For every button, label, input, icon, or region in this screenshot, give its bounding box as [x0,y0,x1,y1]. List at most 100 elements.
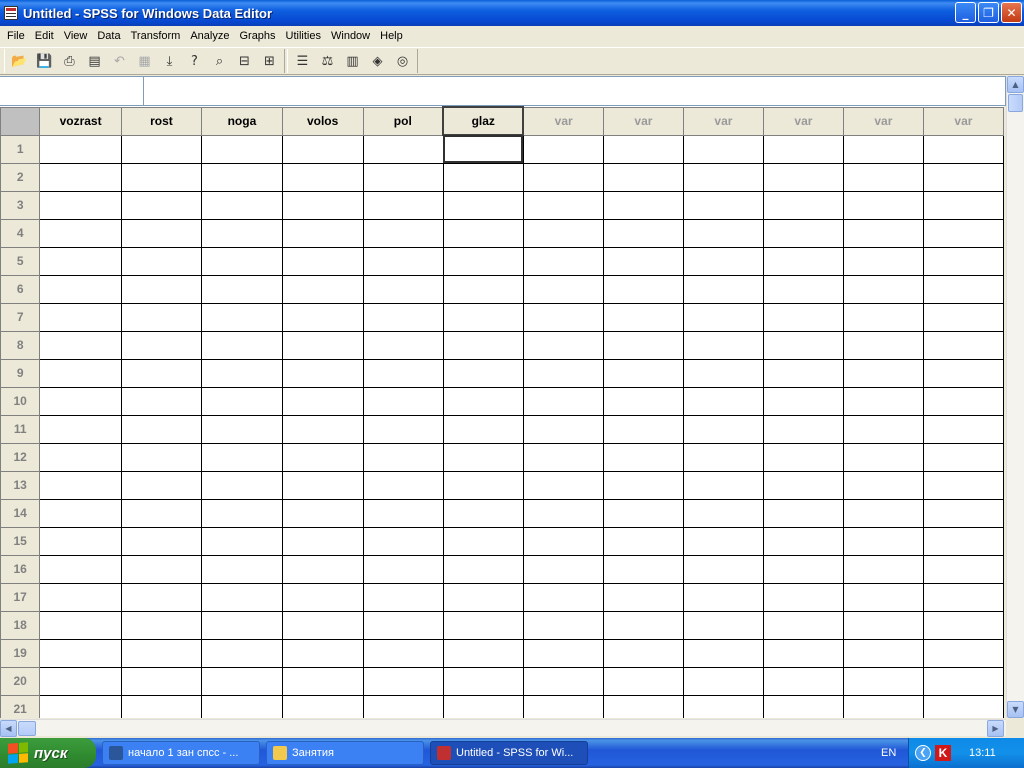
spss-app-icon[interactable] [4,6,18,20]
data-cell[interactable] [682,274,764,304]
column-header-var-12[interactable]: var [922,106,1004,136]
data-cell[interactable] [602,218,684,248]
data-cell[interactable] [522,582,604,612]
data-cell[interactable] [922,554,1004,584]
row-header[interactable]: 10 [0,386,41,416]
data-cell[interactable] [120,190,203,220]
data-cell[interactable] [682,638,764,668]
data-cell[interactable] [922,666,1004,696]
data-cell[interactable] [522,554,604,584]
data-cell[interactable] [522,414,604,444]
data-cell[interactable] [442,638,524,668]
data-cell[interactable] [522,498,604,528]
row-header[interactable]: 14 [0,498,41,528]
data-cell[interactable] [522,134,604,164]
data-cell[interactable] [602,554,684,584]
data-cell[interactable] [39,582,122,612]
close-button[interactable]: ✕ [1001,2,1022,23]
data-cell[interactable] [442,274,524,304]
data-cell[interactable] [39,554,122,584]
language-indicator[interactable]: EN [881,747,896,759]
print-icon[interactable]: ⎙ [58,50,81,72]
data-cell[interactable] [120,330,203,360]
data-cell[interactable] [522,162,604,192]
data-cell[interactable] [362,330,444,360]
data-cell[interactable] [522,274,604,304]
data-cell[interactable] [762,470,844,500]
data-cell[interactable] [602,694,684,718]
menu-edit[interactable]: Edit [30,30,59,42]
data-cell[interactable] [201,526,283,556]
data-cell[interactable] [39,442,122,472]
scroll-left-button[interactable]: ◀ [0,720,17,737]
data-cell[interactable] [682,470,764,500]
data-cell[interactable] [362,190,444,220]
kaspersky-icon[interactable]: K [935,745,951,761]
data-cell[interactable] [39,218,122,248]
data-cell[interactable] [281,610,364,640]
data-cell[interactable] [39,162,122,192]
data-cell[interactable] [362,498,444,528]
data-cell[interactable] [842,190,924,220]
data-cell[interactable] [682,554,764,584]
data-cell[interactable] [762,694,844,718]
taskbar-button-2[interactable]: Занятия [266,741,424,765]
data-cell[interactable] [682,610,764,640]
data-cell[interactable] [442,246,524,276]
data-cell[interactable] [922,330,1004,360]
data-cell[interactable] [362,358,444,388]
data-cell[interactable] [281,554,364,584]
taskbar-button-1[interactable]: начало 1 зан спсс - ... [102,741,260,765]
data-cell[interactable] [842,246,924,276]
row-header[interactable]: 3 [0,190,41,220]
row-header[interactable]: 12 [0,442,41,472]
row-header[interactable]: 5 [0,246,41,276]
data-cell[interactable] [362,246,444,276]
data-cell[interactable] [362,526,444,556]
data-cell[interactable] [842,274,924,304]
data-cell[interactable] [442,526,524,556]
data-cell[interactable] [682,302,764,332]
data-cell[interactable] [362,666,444,696]
vertical-scroll-thumb[interactable] [1008,94,1023,112]
data-cell[interactable] [762,246,844,276]
data-cell[interactable] [842,638,924,668]
column-header-pol[interactable]: pol [362,106,444,136]
data-cell[interactable] [442,442,524,472]
data-cell[interactable] [120,358,203,388]
data-cell[interactable] [201,134,283,164]
data-cell[interactable] [922,498,1004,528]
data-cell[interactable] [281,582,364,612]
data-cell[interactable] [39,330,122,360]
data-cell[interactable] [442,666,524,696]
data-cell[interactable] [762,666,844,696]
data-cell[interactable] [842,498,924,528]
data-cell[interactable] [602,246,684,276]
data-cell[interactable] [682,246,764,276]
data-cell[interactable] [120,386,203,416]
row-header[interactable]: 15 [0,526,41,556]
menu-file[interactable]: File [2,30,30,42]
clock[interactable]: 13:11 [969,747,996,759]
data-cell[interactable] [201,442,283,472]
data-cell[interactable] [442,694,524,718]
data-cell[interactable] [120,302,203,332]
data-cell[interactable] [442,414,524,444]
split-file-icon[interactable]: ☰ [291,50,314,72]
data-cell[interactable] [682,582,764,612]
data-cell[interactable] [120,498,203,528]
horizontal-scrollbar[interactable]: ◀ ▶ [0,719,1006,737]
scroll-right-button[interactable]: ▶ [987,720,1004,737]
data-cell[interactable] [120,162,203,192]
data-cell[interactable] [922,190,1004,220]
data-cell[interactable] [120,274,203,304]
data-cell[interactable] [922,134,1004,164]
row-header[interactable]: 2 [0,162,41,192]
data-cell[interactable] [682,330,764,360]
insert-variable-icon[interactable]: ⊞ [258,50,281,72]
data-cell[interactable] [682,190,764,220]
data-cell[interactable] [762,386,844,416]
data-cell[interactable] [120,638,203,668]
scroll-down-button[interactable]: ▼ [1007,701,1024,718]
data-cell[interactable] [842,470,924,500]
